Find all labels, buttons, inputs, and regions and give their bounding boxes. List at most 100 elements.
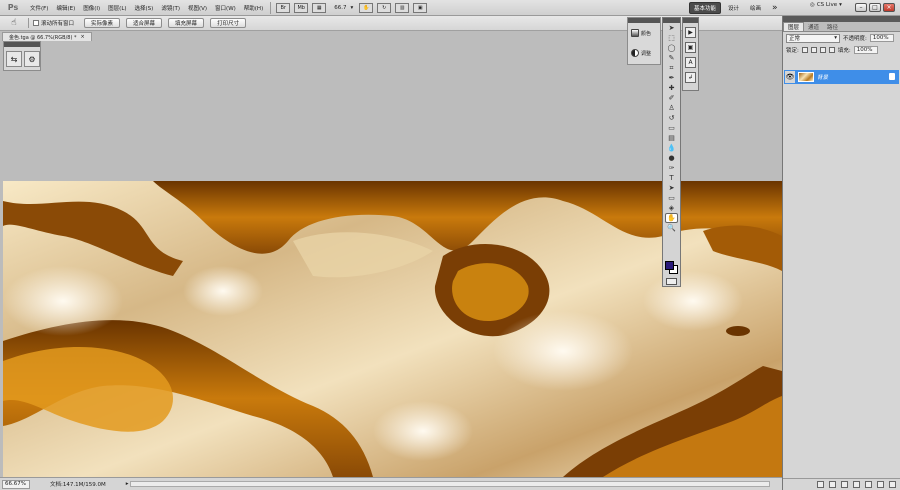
- adjustment-layer-icon[interactable]: [853, 481, 860, 488]
- lock-position-icon[interactable]: [819, 47, 826, 53]
- menu-select[interactable]: 选择(S): [131, 4, 158, 12]
- eyedropper-tool-icon[interactable]: ✒: [665, 73, 678, 83]
- menu-file[interactable]: 文件(F): [26, 4, 52, 12]
- history-panel-icon[interactable]: ▶: [685, 27, 696, 38]
- print-size-button[interactable]: 打印尺寸: [210, 18, 247, 28]
- menu-layer[interactable]: 图层(L): [104, 4, 130, 12]
- hand-tool-icon[interactable]: ✋: [665, 213, 678, 223]
- mini-panel: ⇆ ⚙: [3, 41, 41, 71]
- menu-window[interactable]: 窗口(W): [211, 4, 240, 12]
- new-group-icon[interactable]: [865, 481, 872, 488]
- link-layers-icon[interactable]: [817, 481, 824, 488]
- move-tool-icon[interactable]: ➤: [665, 23, 678, 33]
- quick-mask-icon[interactable]: [666, 278, 677, 285]
- fit-screen-button[interactable]: 适合屏幕: [126, 18, 163, 28]
- foreground-color-swatch[interactable]: [665, 261, 674, 270]
- layer-row-background[interactable]: 👁 背景: [784, 70, 899, 84]
- eye-icon[interactable]: 👁: [785, 71, 795, 83]
- trash-icon[interactable]: [889, 481, 896, 488]
- cs-live[interactable]: ◎ CS Live ▾: [810, 2, 842, 8]
- horizontal-scrollbar[interactable]: [130, 481, 770, 487]
- layer-style-icon[interactable]: [829, 481, 836, 488]
- tab-channels[interactable]: 通道: [804, 22, 823, 31]
- ps-logo: Ps: [7, 3, 19, 12]
- scroll-all-checkbox[interactable]: [33, 20, 39, 26]
- status-menu-arrow-icon[interactable]: ▸: [126, 481, 129, 487]
- 3d-rotate-tool-icon[interactable]: ◈: [665, 203, 678, 213]
- color-icon: [631, 29, 639, 37]
- character-panel-icon[interactable]: A: [685, 57, 696, 68]
- marquee-tool-icon[interactable]: ⬚: [665, 33, 678, 43]
- actual-pixels-button[interactable]: 实际像素: [84, 18, 121, 28]
- blur-tool-icon[interactable]: 💧: [665, 143, 678, 153]
- arrange-documents-icon[interactable]: ▥: [395, 2, 410, 13]
- healing-brush-tool-icon[interactable]: ✚: [665, 83, 678, 93]
- adjustments-panel-button[interactable]: 调整: [628, 43, 660, 63]
- blend-mode-select[interactable]: 正常 ▾: [786, 33, 840, 43]
- lock-pixels-icon[interactable]: [810, 47, 817, 53]
- add-mask-icon[interactable]: [841, 481, 848, 488]
- zoom-level[interactable]: 66.7: [334, 5, 346, 11]
- tab-paths[interactable]: 路径: [823, 22, 842, 31]
- options-separator: [28, 18, 29, 28]
- panel-header[interactable]: [683, 18, 698, 23]
- maximize-button[interactable]: □: [869, 3, 881, 12]
- hand-tool-preset-icon[interactable]: ☝: [4, 17, 24, 29]
- tool-presets-icon[interactable]: ⇆: [6, 51, 22, 67]
- shape-tool-icon[interactable]: ▭: [665, 193, 678, 203]
- paragraph-panel-icon[interactable]: ↲: [685, 72, 696, 83]
- menu-edit[interactable]: 编辑(E): [52, 4, 79, 12]
- hand-tool-icon[interactable]: ✋: [359, 2, 374, 13]
- zoom-tool-icon[interactable]: 🔍: [665, 223, 678, 233]
- tab-layers[interactable]: 图层: [783, 22, 805, 31]
- dodge-tool-icon[interactable]: ●: [665, 153, 678, 163]
- zoom-dropdown-icon[interactable]: ▾: [346, 5, 357, 11]
- menu-separator: [270, 1, 272, 14]
- bridge-icon[interactable]: Br: [276, 2, 291, 13]
- fill-field[interactable]: 100%: [853, 46, 878, 54]
- actions-panel-icon[interactable]: ▣: [685, 42, 696, 53]
- panel-header[interactable]: [4, 42, 40, 47]
- layer-name[interactable]: 背景: [817, 73, 828, 81]
- new-layer-icon[interactable]: [877, 481, 884, 488]
- status-zoom-field[interactable]: 66.67%: [2, 479, 30, 489]
- fill-screen-button[interactable]: 填充屏幕: [168, 18, 205, 28]
- pen-tool-icon[interactable]: ✑: [665, 163, 678, 173]
- screen-mode-icon[interactable]: ▣: [413, 2, 428, 13]
- close-tab-icon[interactable]: ×: [81, 34, 85, 40]
- workspace-design[interactable]: 设计: [724, 2, 743, 14]
- scroll-all-label: 滚动所有窗口: [41, 21, 75, 27]
- workspace-essentials[interactable]: 基本功能: [689, 2, 722, 14]
- crop-tool-icon[interactable]: ⌗: [665, 63, 678, 73]
- rotate-view-icon[interactable]: ↻: [377, 2, 392, 13]
- brush-presets-icon[interactable]: ⚙: [24, 51, 40, 67]
- lasso-tool-icon[interactable]: ◯: [665, 43, 678, 53]
- quick-select-tool-icon[interactable]: ✎: [665, 53, 678, 63]
- opacity-field[interactable]: 100%: [869, 34, 894, 42]
- gradient-tool-icon[interactable]: ▤: [665, 133, 678, 143]
- menu-filter[interactable]: 滤镜(T): [157, 4, 184, 12]
- eraser-tool-icon[interactable]: ▭: [665, 123, 678, 133]
- history-brush-tool-icon[interactable]: ↺: [665, 113, 678, 123]
- type-tool-icon[interactable]: T: [665, 173, 678, 183]
- workspace-painting[interactable]: 绘画: [746, 2, 765, 14]
- minimize-button[interactable]: –: [855, 3, 867, 12]
- color-panel-button[interactable]: 颜色: [628, 23, 660, 43]
- menu-help[interactable]: 帮助(H): [240, 4, 267, 12]
- brush-tool-icon[interactable]: ✐: [665, 93, 678, 103]
- lock-all-icon[interactable]: [828, 47, 835, 53]
- lock-icon: [889, 73, 895, 80]
- workspace-more[interactable]: »: [768, 2, 782, 14]
- guides-icon[interactable]: ▦: [312, 2, 327, 13]
- color-adjust-panel: 颜色 调整: [627, 17, 661, 65]
- lock-label: 锁定:: [786, 48, 799, 54]
- path-select-tool-icon[interactable]: ➤: [665, 183, 678, 193]
- mini-bridge-icon[interactable]: Mb: [294, 2, 309, 13]
- document-tab[interactable]: 金色.tga @ 66.7%(RGB/8) * ×: [2, 32, 92, 41]
- lock-transparent-icon[interactable]: [801, 47, 808, 53]
- menu-image[interactable]: 图像(I): [79, 4, 104, 12]
- menu-view[interactable]: 视图(V): [184, 4, 211, 12]
- status-doc-size: 文档:147.1M/159.0M: [50, 482, 106, 488]
- clone-stamp-tool-icon[interactable]: ♙: [665, 103, 678, 113]
- close-button[interactable]: ×: [883, 3, 895, 12]
